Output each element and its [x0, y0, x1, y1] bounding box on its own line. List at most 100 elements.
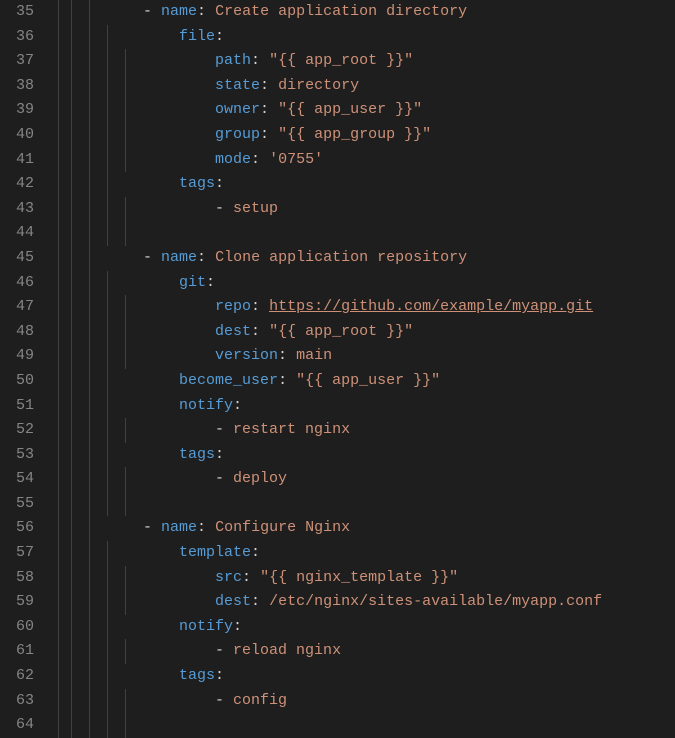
token-value: Clone application repository [215, 249, 467, 266]
code-line[interactable] [71, 492, 675, 517]
token-value: reload nginx [233, 642, 341, 659]
line-number: 48 [10, 320, 34, 345]
code-line[interactable]: - name: Configure Nginx [71, 516, 675, 541]
token-key: name [161, 519, 197, 536]
code-line[interactable]: git: [71, 271, 675, 296]
token-value: config [233, 692, 287, 709]
line-number: 60 [10, 615, 34, 640]
code-line[interactable]: tags: [71, 443, 675, 468]
code-line[interactable]: - deploy [71, 467, 675, 492]
code-line[interactable]: tags: [71, 172, 675, 197]
code-line[interactable]: tags: [71, 664, 675, 689]
token-value: setup [233, 200, 278, 217]
code-line[interactable]: notify: [71, 394, 675, 419]
code-line[interactable]: version: main [71, 344, 675, 369]
code-line[interactable]: - restart nginx [71, 418, 675, 443]
token-key: notify [179, 618, 233, 635]
line-number: 43 [10, 197, 34, 222]
code-line[interactable]: - reload nginx [71, 639, 675, 664]
code-line[interactable]: become_user: "{{ app_user }}" [71, 369, 675, 394]
token-colon: : [260, 77, 278, 94]
line-number: 42 [10, 172, 34, 197]
line-number: 63 [10, 689, 34, 714]
token-key: group [215, 126, 260, 143]
token-key: mode [215, 151, 251, 168]
token-colon: : [197, 3, 215, 20]
token-key: git [179, 274, 206, 291]
token-colon: : [260, 126, 278, 143]
line-number: 45 [10, 246, 34, 271]
code-line[interactable]: - name: Clone application repository [71, 246, 675, 271]
code-line[interactable]: - setup [71, 197, 675, 222]
line-number: 47 [10, 295, 34, 320]
token-key: name [161, 249, 197, 266]
code-line[interactable]: template: [71, 541, 675, 566]
token-value: directory [278, 77, 359, 94]
token-colon: : [215, 667, 224, 684]
line-number: 35 [10, 0, 34, 25]
token-value: Create application directory [215, 3, 467, 20]
token-colon: : [197, 249, 215, 266]
token-value: restart nginx [233, 421, 350, 438]
line-number: 38 [10, 74, 34, 99]
token-key: version [215, 347, 278, 364]
token-key: state [215, 77, 260, 94]
code-line[interactable]: path: "{{ app_root }}" [71, 49, 675, 74]
line-number: 40 [10, 123, 34, 148]
line-number: 46 [10, 271, 34, 296]
token-colon: : [242, 569, 260, 586]
line-number: 49 [10, 344, 34, 369]
code-line[interactable] [71, 713, 675, 738]
token-value: deploy [233, 470, 287, 487]
fold-column [52, 0, 69, 738]
code-line[interactable]: src: "{{ nginx_template }}" [71, 566, 675, 591]
token-colon: : [251, 593, 269, 610]
code-line[interactable]: dest: "{{ app_root }}" [71, 320, 675, 345]
token-colon: : [215, 175, 224, 192]
line-number: 58 [10, 566, 34, 591]
token-key: repo [215, 298, 251, 315]
token-url: https://github.com/example/myapp.git [269, 298, 593, 315]
code-line[interactable]: state: directory [71, 74, 675, 99]
line-number: 64 [10, 713, 34, 738]
code-line[interactable]: owner: "{{ app_user }}" [71, 98, 675, 123]
token-colon: : [278, 372, 296, 389]
line-number: 52 [10, 418, 34, 443]
token-colon: : [251, 52, 269, 69]
code-line[interactable] [71, 221, 675, 246]
code-line[interactable]: group: "{{ app_group }}" [71, 123, 675, 148]
token-colon: : [251, 151, 269, 168]
line-number-gutter: 3536373839404142434445464748495051525354… [0, 0, 52, 738]
code-line[interactable]: - config [71, 689, 675, 714]
code-area[interactable]: - name: Create application directory fil… [69, 0, 675, 738]
token-colon: : [197, 519, 215, 536]
line-number: 53 [10, 443, 34, 468]
code-line[interactable]: dest: /etc/nginx/sites-available/myapp.c… [71, 590, 675, 615]
token-colon: : [251, 544, 260, 561]
line-number: 62 [10, 664, 34, 689]
token-key: src [215, 569, 242, 586]
line-number: 54 [10, 467, 34, 492]
token-colon: : [215, 28, 224, 45]
token-colon: : [233, 397, 242, 414]
line-number: 50 [10, 369, 34, 394]
token-colon: : [260, 101, 278, 118]
code-line[interactable]: notify: [71, 615, 675, 640]
token-key: notify [179, 397, 233, 414]
code-editor[interactable]: 3536373839404142434445464748495051525354… [0, 0, 675, 738]
token-colon: : [251, 323, 269, 340]
code-line[interactable]: repo: https://github.com/example/myapp.g… [71, 295, 675, 320]
code-line[interactable]: - name: Create application directory [71, 0, 675, 25]
line-number: 59 [10, 590, 34, 615]
token-colon: : [215, 446, 224, 463]
token-key: tags [179, 667, 215, 684]
line-number: 57 [10, 541, 34, 566]
code-line[interactable]: mode: '0755' [71, 148, 675, 173]
code-line[interactable]: file: [71, 25, 675, 50]
line-number: 61 [10, 639, 34, 664]
line-number: 44 [10, 221, 34, 246]
token-colon: : [206, 274, 215, 291]
line-number: 56 [10, 516, 34, 541]
token-key: owner [215, 101, 260, 118]
line-number: 37 [10, 49, 34, 74]
